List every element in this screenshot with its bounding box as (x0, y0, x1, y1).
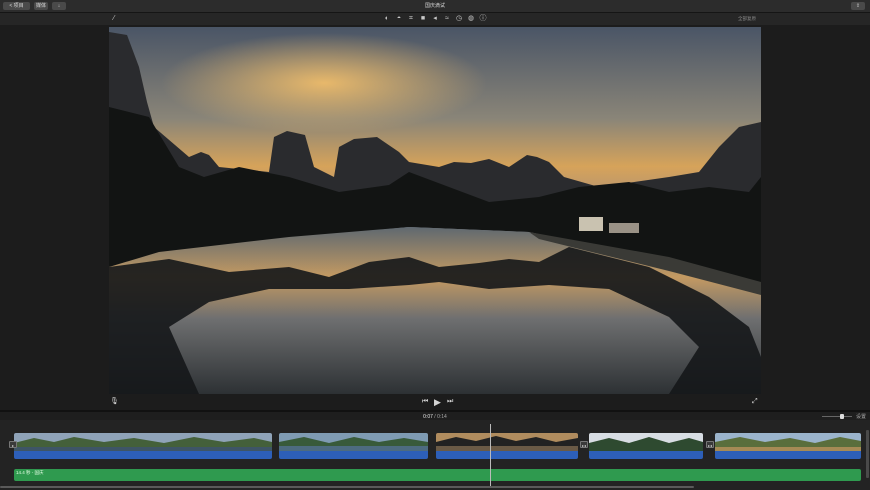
title-bar: < 项目 媒体 ↓ 国庆滴试 ⇪ (0, 0, 870, 13)
filter-icon[interactable]: ◍ (467, 15, 475, 23)
clip-thumbnails (589, 433, 703, 451)
fullscreen-icon[interactable]: ⤢ (752, 398, 758, 406)
skip-back-button[interactable]: ⏮ (422, 398, 428, 406)
noise-reduction-icon[interactable]: ≈ (443, 15, 451, 23)
zoom-slider-knob[interactable] (840, 414, 844, 419)
clip-thumbnails (279, 433, 428, 451)
viewer: 🎙 ⏮ ▶ ⏭ ⤢ (0, 25, 870, 410)
clip-thumbnails (436, 433, 578, 451)
transition-icon[interactable]: ▸◂ (580, 441, 588, 448)
adjustment-toolbar: ⁄ ◐ ◓ ⌗ ■ ◂ ≈ ◷ ◍ ⓘ 全部复原 (0, 13, 870, 25)
horizontal-scrollbar[interactable] (0, 486, 694, 488)
clip-thumbnails (715, 433, 861, 451)
pane-divider[interactable] (0, 410, 870, 412)
playhead[interactable] (490, 424, 491, 486)
video-clip[interactable] (436, 433, 578, 459)
color-balance-icon[interactable]: ◐ (383, 15, 391, 23)
zoom-slider[interactable] (822, 416, 852, 417)
clip-audio (436, 451, 578, 459)
timeline: ▸ ▸◂ ▸◂ 14.4 秒 - 国庆 (0, 420, 870, 490)
crop-icon[interactable]: ⌗ (407, 15, 415, 23)
transition-icon[interactable]: ▸◂ (706, 441, 714, 448)
music-track-label: 14.4 秒 - 国庆 (16, 470, 44, 475)
microphone-icon[interactable]: 🎙 (110, 398, 119, 406)
volume-icon[interactable]: ◂ (431, 15, 439, 23)
share-button[interactable]: ⇪ (851, 2, 865, 10)
play-button[interactable]: ▶ (434, 398, 441, 407)
video-clip[interactable] (715, 433, 861, 459)
magic-wand-icon[interactable]: ⁄ (110, 15, 118, 23)
clip-audio (279, 451, 428, 459)
window-title: 国庆滴试 (424, 3, 445, 9)
settings-button[interactable]: 设置 (856, 413, 866, 420)
reset-all-button[interactable]: 全部复原 (738, 16, 756, 22)
stabilization-icon[interactable]: ■ (419, 15, 427, 23)
transition-icon[interactable]: ▸ (9, 441, 17, 448)
info-icon[interactable]: ⓘ (479, 15, 487, 23)
video-preview[interactable] (109, 27, 761, 394)
vertical-scrollbar[interactable] (866, 430, 869, 478)
share-icon: ⇪ (855, 3, 861, 9)
speed-icon[interactable]: ◷ (455, 15, 463, 23)
background-music-track[interactable]: 14.4 秒 - 国庆 (14, 469, 861, 481)
clip-audio (589, 451, 703, 459)
video-clip[interactable] (279, 433, 428, 459)
clip-audio (715, 451, 861, 459)
color-correction-icon[interactable]: ◓ (395, 15, 403, 23)
clip-audio (14, 451, 272, 459)
clip-thumbnails (14, 433, 272, 451)
video-clip[interactable] (589, 433, 703, 459)
skip-forward-button[interactable]: ⏭ (447, 398, 453, 406)
video-clip[interactable] (14, 433, 272, 459)
